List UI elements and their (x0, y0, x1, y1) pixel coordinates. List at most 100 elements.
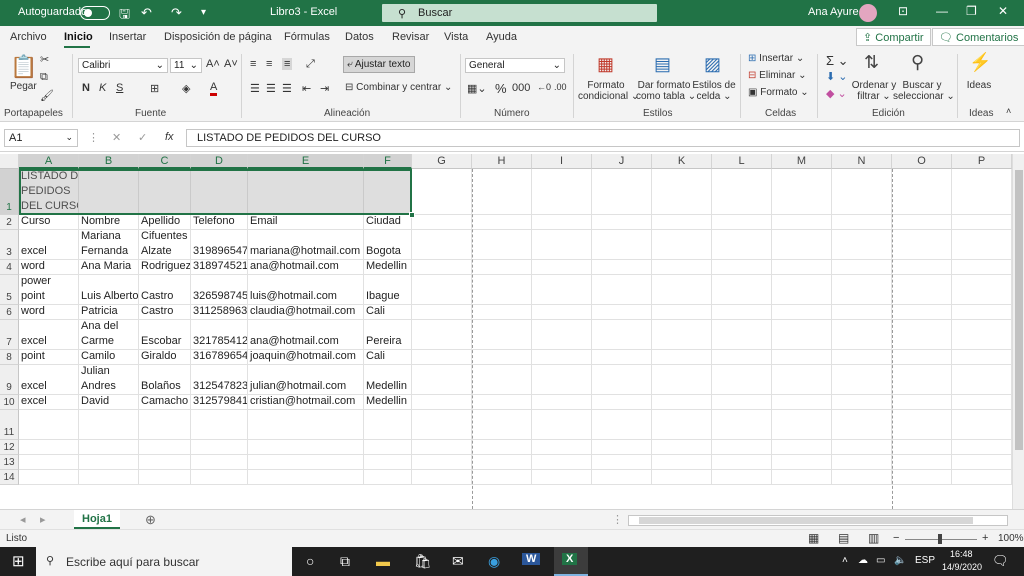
font-color-icon[interactable]: A (210, 82, 218, 96)
cell[interactable] (832, 350, 892, 365)
zoom-slider-thumb[interactable] (938, 534, 942, 544)
cell[interactable] (652, 215, 712, 230)
cell[interactable] (952, 275, 1012, 305)
tab-inicio[interactable]: Inicio (64, 31, 93, 43)
cell[interactable] (892, 470, 952, 485)
header-cell[interactable]: Nombre (79, 215, 139, 230)
cell[interactable] (652, 230, 712, 260)
conditional-format-button[interactable]: Formato condicional ⌄ (578, 80, 639, 102)
data-cell[interactable]: Castro (139, 275, 191, 305)
cell[interactable] (832, 455, 892, 470)
data-cell[interactable]: JimenezCastro (139, 305, 191, 320)
cell[interactable] (772, 320, 832, 350)
cell[interactable] (712, 230, 772, 260)
cell[interactable] (772, 260, 832, 275)
cell[interactable] (472, 365, 532, 395)
accounting-format-icon[interactable]: ▦⌄ (467, 82, 487, 95)
customize-qat-icon[interactable]: ▾ (201, 7, 206, 18)
number-format-select[interactable]: General ⌄ (465, 58, 565, 73)
row-header-12[interactable]: 12 (0, 440, 19, 455)
cell[interactable] (772, 455, 832, 470)
cell[interactable] (79, 470, 139, 485)
cell[interactable] (712, 455, 772, 470)
cell[interactable] (532, 169, 592, 215)
cell[interactable] (952, 320, 1012, 350)
data-cell[interactable]: 3167896541 (191, 350, 248, 365)
cell[interactable] (592, 230, 652, 260)
cell[interactable] (892, 410, 952, 440)
format-painter-icon[interactable]: 🖌 (40, 89, 54, 102)
cell[interactable] (19, 410, 79, 440)
autosum-icon[interactable]: Σ ⌄ (826, 53, 849, 69)
cell[interactable] (532, 215, 592, 230)
cut-icon[interactable]: ✂ (40, 53, 49, 66)
fill-handle[interactable] (409, 212, 415, 218)
cell[interactable] (712, 410, 772, 440)
avatar[interactable] (859, 4, 877, 22)
zoom-in-icon[interactable]: + (982, 532, 988, 544)
formula-input[interactable]: LISTADO DE PEDIDOS DEL CURSO (186, 129, 1020, 147)
column-header-j[interactable]: J (592, 154, 652, 169)
next-sheet-icon[interactable]: ▸ (40, 513, 46, 526)
copy-icon[interactable]: ⧉ (40, 71, 48, 84)
cell[interactable] (139, 440, 191, 455)
cell[interactable] (712, 305, 772, 320)
align-bottom-icon[interactable]: ≡ (282, 58, 293, 70)
cell[interactable] (892, 215, 952, 230)
cell[interactable] (592, 320, 652, 350)
cell[interactable] (652, 260, 712, 275)
cell[interactable] (772, 169, 832, 215)
data-cell[interactable]: 3217854123 (191, 320, 248, 350)
align-right-icon[interactable]: ☰ (282, 82, 292, 95)
cell[interactable] (412, 320, 472, 350)
data-cell[interactable]: Rodriguez (139, 260, 191, 275)
cell[interactable] (472, 260, 532, 275)
tab-ayuda[interactable]: Ayuda (486, 31, 517, 43)
cell[interactable] (79, 440, 139, 455)
cell[interactable] (412, 169, 472, 215)
cell[interactable] (472, 410, 532, 440)
cell[interactable] (412, 410, 472, 440)
column-header-o[interactable]: O (892, 154, 952, 169)
data-cell[interactable]: power point (19, 275, 79, 305)
cell[interactable] (139, 455, 191, 470)
data-cell[interactable]: Bolaños (139, 365, 191, 395)
cell[interactable] (652, 395, 712, 410)
cell[interactable] (472, 275, 532, 305)
prev-sheet-icon[interactable]: ◂ (20, 513, 26, 526)
cell[interactable] (592, 260, 652, 275)
data-cell[interactable]: JoaquinCamilo (79, 350, 139, 365)
data-cell[interactable]: Julian Andres (79, 365, 139, 395)
cell[interactable] (19, 455, 79, 470)
horizontal-scrollbar[interactable] (628, 515, 1008, 526)
cell[interactable] (712, 350, 772, 365)
cell[interactable] (952, 169, 1012, 215)
collapse-ribbon-icon[interactable]: ˄ (1006, 106, 1011, 116)
data-cell[interactable]: 3198965478 (191, 230, 248, 260)
tab-formulas[interactable]: Fórmulas (284, 31, 330, 43)
scroll-thumb[interactable] (639, 517, 973, 524)
cell[interactable] (832, 169, 892, 215)
data-cell[interactable]: 3265987456 (191, 275, 248, 305)
align-middle-icon[interactable]: ≡ (266, 58, 272, 70)
data-cell[interactable]: PradaCamacho (139, 395, 191, 410)
cell[interactable] (248, 470, 364, 485)
language-indicator[interactable]: ESP (915, 555, 935, 566)
data-cell[interactable]: Cali (364, 350, 412, 365)
cell[interactable] (472, 320, 532, 350)
decrease-indent-icon[interactable]: ⇤ (302, 82, 311, 95)
cell[interactable] (532, 275, 592, 305)
fill-color-icon[interactable]: ◈ (182, 82, 190, 95)
word-icon[interactable]: W (522, 553, 541, 565)
paste-icon[interactable]: 📋 (10, 54, 37, 80)
sort-filter-icon[interactable]: ⇅ (864, 52, 879, 73)
align-left-icon[interactable]: ☰ (250, 82, 260, 95)
cell[interactable] (772, 350, 832, 365)
find-icon[interactable]: ⚲ (911, 52, 924, 73)
cell[interactable] (772, 470, 832, 485)
data-cell[interactable]: 3112589630 (191, 305, 248, 320)
cell[interactable] (592, 410, 652, 440)
increase-decimal-icon[interactable]: ←0 (537, 82, 551, 92)
cancel-icon[interactable]: ✕ (112, 131, 121, 144)
ideas-button[interactable]: Ideas (964, 80, 994, 91)
